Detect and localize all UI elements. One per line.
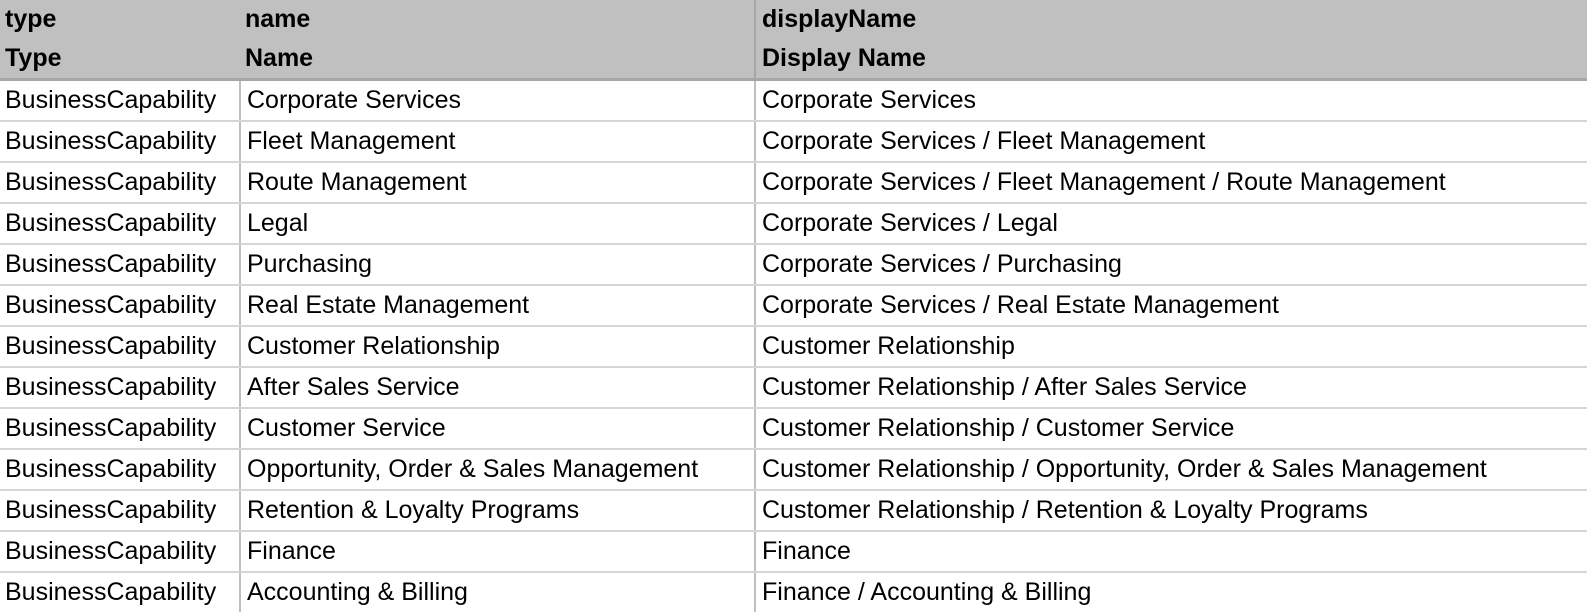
header-label-type[interactable]: Type [0,39,240,80]
cell-display-name[interactable]: Corporate Services / Purchasing [755,244,1587,285]
table-row[interactable]: BusinessCapabilityAccounting & BillingFi… [0,572,1587,612]
cell-name[interactable]: Customer Service [240,408,755,449]
header-field-displayname[interactable]: displayName [755,0,1587,39]
cell-display-name[interactable]: Corporate Services / Fleet Management [755,121,1587,162]
cell-name[interactable]: Accounting & Billing [240,572,755,612]
table-row[interactable]: BusinessCapabilityCorporate ServicesCorp… [0,80,1587,122]
cell-type[interactable]: BusinessCapability [0,203,240,244]
cell-type[interactable]: BusinessCapability [0,121,240,162]
table-row[interactable]: BusinessCapabilityAfter Sales ServiceCus… [0,367,1587,408]
table-row[interactable]: BusinessCapabilityRetention & Loyalty Pr… [0,490,1587,531]
header-field-type[interactable]: type [0,0,240,39]
table-row[interactable]: BusinessCapabilityCustomer RelationshipC… [0,326,1587,367]
header-field-name[interactable]: name [240,0,755,39]
cell-display-name[interactable]: Corporate Services / Legal [755,203,1587,244]
table-row[interactable]: BusinessCapabilityReal Estate Management… [0,285,1587,326]
cell-name[interactable]: Route Management [240,162,755,203]
cell-name[interactable]: Real Estate Management [240,285,755,326]
cell-type[interactable]: BusinessCapability [0,285,240,326]
cell-type[interactable]: BusinessCapability [0,162,240,203]
cell-name[interactable]: Opportunity, Order & Sales Management [240,449,755,490]
cell-display-name[interactable]: Corporate Services / Fleet Management / … [755,162,1587,203]
cell-display-name[interactable]: Corporate Services [755,80,1587,122]
table-header: type name displayName Type Name Display … [0,0,1587,80]
cell-name[interactable]: Retention & Loyalty Programs [240,490,755,531]
cell-type[interactable]: BusinessCapability [0,367,240,408]
cell-display-name[interactable]: Finance [755,531,1587,572]
table-row[interactable]: BusinessCapabilityFleet ManagementCorpor… [0,121,1587,162]
cell-type[interactable]: BusinessCapability [0,244,240,285]
header-row-labels: Type Name Display Name [0,39,1587,80]
table-row[interactable]: BusinessCapabilityCustomer ServiceCustom… [0,408,1587,449]
cell-display-name[interactable]: Corporate Services / Real Estate Managem… [755,285,1587,326]
cell-display-name[interactable]: Customer Relationship / Retention & Loya… [755,490,1587,531]
cell-display-name[interactable]: Customer Relationship / Customer Service [755,408,1587,449]
cell-name[interactable]: Finance [240,531,755,572]
cell-type[interactable]: BusinessCapability [0,80,240,122]
table-row[interactable]: BusinessCapabilityPurchasingCorporate Se… [0,244,1587,285]
cell-type[interactable]: BusinessCapability [0,490,240,531]
table-row[interactable]: BusinessCapabilityLegalCorporate Service… [0,203,1587,244]
cell-name[interactable]: Fleet Management [240,121,755,162]
cell-name[interactable]: After Sales Service [240,367,755,408]
capability-table: type name displayName Type Name Display … [0,0,1587,612]
cell-type[interactable]: BusinessCapability [0,326,240,367]
header-label-name[interactable]: Name [240,39,755,80]
table-row[interactable]: BusinessCapabilityRoute ManagementCorpor… [0,162,1587,203]
cell-display-name[interactable]: Customer Relationship / After Sales Serv… [755,367,1587,408]
header-label-displayname[interactable]: Display Name [755,39,1587,80]
cell-type[interactable]: BusinessCapability [0,449,240,490]
table-row[interactable]: BusinessCapabilityOpportunity, Order & S… [0,449,1587,490]
spreadsheet-sheet: type name displayName Type Name Display … [0,0,1587,598]
cell-display-name[interactable]: Finance / Accounting & Billing [755,572,1587,612]
header-row-field-names: type name displayName [0,0,1587,39]
cell-type[interactable]: BusinessCapability [0,531,240,572]
cell-name[interactable]: Legal [240,203,755,244]
cell-name[interactable]: Customer Relationship [240,326,755,367]
cell-display-name[interactable]: Customer Relationship / Opportunity, Ord… [755,449,1587,490]
cell-display-name[interactable]: Customer Relationship [755,326,1587,367]
table-body: BusinessCapabilityCorporate ServicesCorp… [0,80,1587,612]
table-row[interactable]: BusinessCapabilityFinanceFinance [0,531,1587,572]
cell-type[interactable]: BusinessCapability [0,408,240,449]
cell-type[interactable]: BusinessCapability [0,572,240,612]
cell-name[interactable]: Purchasing [240,244,755,285]
cell-name[interactable]: Corporate Services [240,80,755,122]
